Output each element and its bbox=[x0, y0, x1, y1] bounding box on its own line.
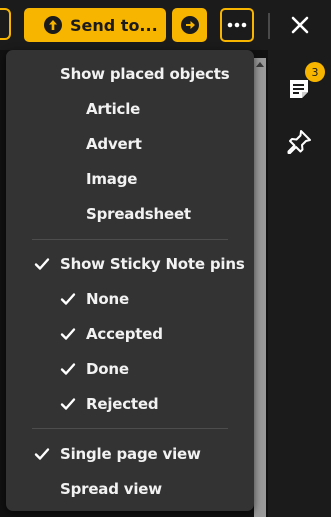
scrollbar[interactable] bbox=[254, 58, 266, 517]
menu-item-none[interactable]: None bbox=[6, 284, 254, 314]
top-toolbar: Send to... bbox=[0, 0, 331, 50]
arrow-right-circle-icon bbox=[180, 16, 199, 34]
view-options-menu: Show placed objects Article Advert Image… bbox=[6, 50, 254, 511]
checkmark-icon bbox=[60, 398, 76, 410]
checkmark-icon bbox=[34, 258, 50, 270]
menu-item-label: Rejected bbox=[86, 395, 159, 413]
arrow-up-circle-icon bbox=[44, 16, 62, 34]
menu-item-accepted[interactable]: Accepted bbox=[6, 319, 254, 349]
menu-item-show-sticky-note-pins[interactable]: Show Sticky Note pins bbox=[6, 249, 254, 279]
menu-item-done[interactable]: Done bbox=[6, 354, 254, 384]
checkmark-icon bbox=[34, 448, 50, 460]
checkmark-icon bbox=[60, 328, 76, 340]
menu-divider bbox=[32, 428, 228, 429]
menu-item-label: Done bbox=[86, 360, 129, 378]
go-button[interactable] bbox=[172, 8, 207, 42]
toolbar-divider bbox=[268, 13, 270, 39]
menu-item-label: Show Sticky Note pins bbox=[60, 255, 245, 273]
menu-item-article[interactable]: Article bbox=[6, 94, 254, 124]
pin-icon bbox=[287, 130, 311, 154]
checkmark-icon bbox=[60, 293, 76, 305]
send-to-label: Send to... bbox=[70, 15, 158, 35]
menu-item-label: Spread view bbox=[60, 480, 162, 498]
menu-item-image[interactable]: Image bbox=[6, 164, 254, 194]
previous-button[interactable] bbox=[0, 8, 11, 40]
send-to-button[interactable]: Send to... bbox=[24, 8, 166, 42]
menu-item-label: Image bbox=[86, 170, 138, 188]
close-icon bbox=[291, 16, 309, 34]
menu-item-single-page-view[interactable]: Single page view bbox=[6, 439, 254, 469]
more-dots-icon bbox=[227, 22, 247, 28]
menu-divider bbox=[32, 239, 228, 240]
checkmark-icon bbox=[60, 363, 76, 375]
more-options-button[interactable] bbox=[220, 8, 254, 42]
scroll-up-arrow-icon[interactable] bbox=[256, 62, 264, 67]
menu-item-rejected[interactable]: Rejected bbox=[6, 389, 254, 419]
menu-item-label: Article bbox=[86, 100, 141, 118]
menu-item-label: Accepted bbox=[86, 325, 163, 343]
notes-count-badge: 3 bbox=[305, 62, 325, 82]
menu-item-spread-view[interactable]: Spread view bbox=[6, 474, 254, 504]
menu-item-label: None bbox=[86, 290, 129, 308]
menu-item-label: Advert bbox=[86, 135, 142, 153]
close-button[interactable] bbox=[286, 11, 314, 39]
menu-item-label: Spreadsheet bbox=[86, 205, 191, 223]
menu-item-label: Single page view bbox=[60, 445, 201, 463]
menu-item-advert[interactable]: Advert bbox=[6, 129, 254, 159]
menu-item-show-placed-objects[interactable]: Show placed objects bbox=[6, 59, 254, 89]
menu-item-label: Show placed objects bbox=[60, 65, 230, 83]
menu-item-spreadsheet[interactable]: Spreadsheet bbox=[6, 199, 254, 229]
pin-button[interactable] bbox=[285, 128, 313, 156]
